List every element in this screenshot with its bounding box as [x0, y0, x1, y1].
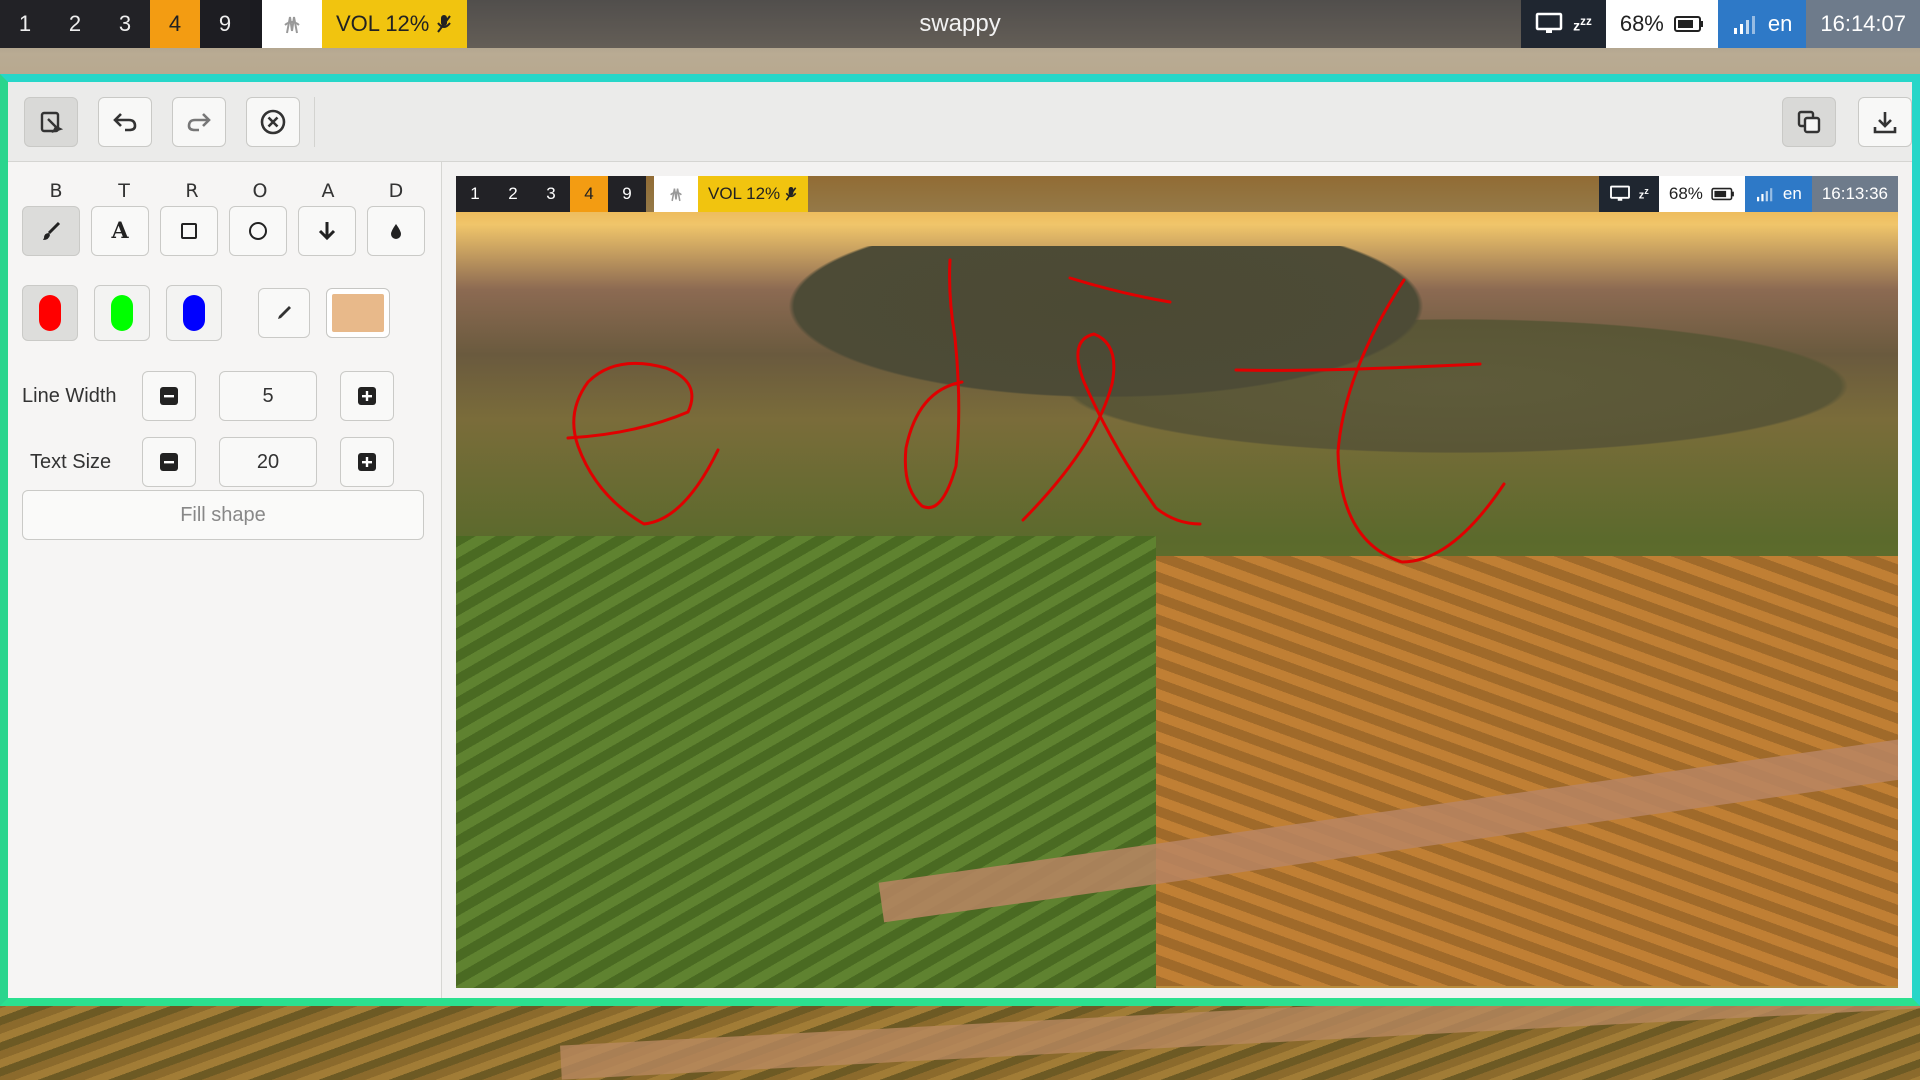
annotation-stroke-t	[1336, 278, 1506, 564]
signal-icon	[1733, 16, 1755, 34]
minus-icon	[160, 453, 178, 471]
annotation-stroke-d	[903, 258, 964, 509]
line-width-decrease-button[interactable]	[142, 371, 196, 421]
copy-button[interactable]	[1782, 97, 1836, 147]
eyedropper-icon	[278, 306, 291, 319]
header-bar	[8, 82, 1912, 162]
color-green-button[interactable]	[94, 285, 150, 341]
custom-color-swatch[interactable]	[326, 288, 390, 338]
text-size-value[interactable]: 20	[219, 437, 317, 487]
line-width-increase-button[interactable]	[340, 371, 394, 421]
workspace-button[interactable]: 3	[100, 0, 150, 48]
battery-text: 68%	[1619, 11, 1664, 36]
battery-module: 68%	[1605, 0, 1718, 48]
redo-button[interactable]	[172, 96, 226, 147]
save-button[interactable]	[1858, 97, 1912, 147]
clear-icon	[260, 109, 286, 134]
shortcut-label: A	[321, 180, 335, 202]
ellipse-tool-button[interactable]	[229, 206, 287, 256]
paint-icon	[40, 111, 64, 133]
annotation-stroke-x	[1021, 332, 1202, 526]
brush-tool-button[interactable]	[22, 206, 80, 256]
text-tool-button[interactable]: A	[91, 206, 149, 256]
volume-indicator[interactable]: VOL 12%	[322, 0, 468, 48]
shortcut-label: D	[388, 180, 404, 202]
paint-mode-button[interactable]	[24, 96, 78, 147]
freehand-annotations	[566, 258, 1506, 564]
plus-icon	[358, 387, 376, 405]
shortcut-label: O	[252, 180, 268, 202]
clock: 16:14:07	[1806, 0, 1920, 48]
workspace-button[interactable]: 2	[50, 0, 100, 48]
battery-icon	[1673, 16, 1703, 32]
color-blue-button[interactable]	[166, 285, 222, 341]
color-picker-button[interactable]	[258, 288, 310, 338]
bar-separator	[250, 0, 262, 48]
volume-text: VOL 12%	[336, 11, 430, 36]
tool-shortcut-labels: B T R O A D	[22, 180, 430, 202]
workspace-button[interactable]: 9	[200, 0, 250, 48]
line-width-label: Line Width	[22, 384, 117, 407]
clear-button[interactable]	[246, 96, 300, 147]
mic-muted-icon	[437, 15, 452, 33]
idle-inhibitor-icon[interactable]	[262, 0, 322, 48]
drawing-canvas[interactable]: 1 2 3 4 9 VOL 12% zz 68% en 16:13:36	[456, 176, 1898, 988]
blur-tool-button[interactable]	[367, 206, 425, 256]
display-module[interactable]: zzz	[1521, 0, 1606, 48]
droplet-icon	[391, 224, 401, 239]
tool-buttons: A	[22, 206, 425, 256]
undo-icon	[113, 112, 137, 131]
text-icon: A	[111, 218, 129, 244]
plus-icon	[358, 453, 376, 471]
language-text: en	[1767, 11, 1793, 36]
monitor-icon	[1535, 12, 1563, 33]
network-module[interactable]: en	[1717, 0, 1807, 48]
redo-icon	[187, 112, 211, 131]
annotation-stroke-x-bar	[1068, 276, 1172, 304]
status-bar: 1 2 3 4 9 VOL 12% swappy zzz 68% en 16:1…	[0, 0, 1920, 48]
annotation-stroke-e	[566, 361, 720, 526]
color-palette	[22, 285, 390, 341]
line-width-value[interactable]: 5	[219, 371, 317, 421]
text-size-label: Text Size	[30, 450, 112, 473]
ellipse-icon	[249, 222, 267, 240]
shortcut-label: B	[49, 180, 63, 202]
toolbar-separator	[314, 96, 315, 147]
shortcut-label: T	[118, 180, 130, 202]
swappy-window: B T R O A D A Line Width 5 Text Size 20 …	[0, 74, 1920, 1006]
text-size-row: Text Size 20	[22, 437, 442, 487]
arrow-down-icon	[318, 222, 336, 241]
tool-sidebar: B T R O A D A Line Width 5 Text Size 20 …	[8, 162, 442, 998]
color-red-button[interactable]	[22, 285, 78, 341]
minus-icon	[160, 387, 178, 405]
rectangle-icon	[181, 223, 197, 239]
fill-shape-toggle[interactable]: Fill shape	[22, 490, 424, 540]
copy-icon	[1797, 110, 1821, 134]
text-size-decrease-button[interactable]	[142, 437, 196, 487]
arrow-tool-button[interactable]	[298, 206, 356, 256]
workspace-button-active[interactable]: 4	[150, 0, 200, 48]
save-icon	[1873, 112, 1897, 134]
line-width-row: Line Width 5	[22, 371, 442, 421]
shortcut-label: R	[185, 180, 199, 202]
workspace-button[interactable]: 1	[0, 0, 50, 48]
rectangle-tool-button[interactable]	[160, 206, 218, 256]
text-size-increase-button[interactable]	[340, 437, 394, 487]
brush-icon	[43, 221, 61, 240]
sleep-icon: zzz	[1573, 14, 1592, 34]
undo-button[interactable]	[98, 96, 152, 147]
